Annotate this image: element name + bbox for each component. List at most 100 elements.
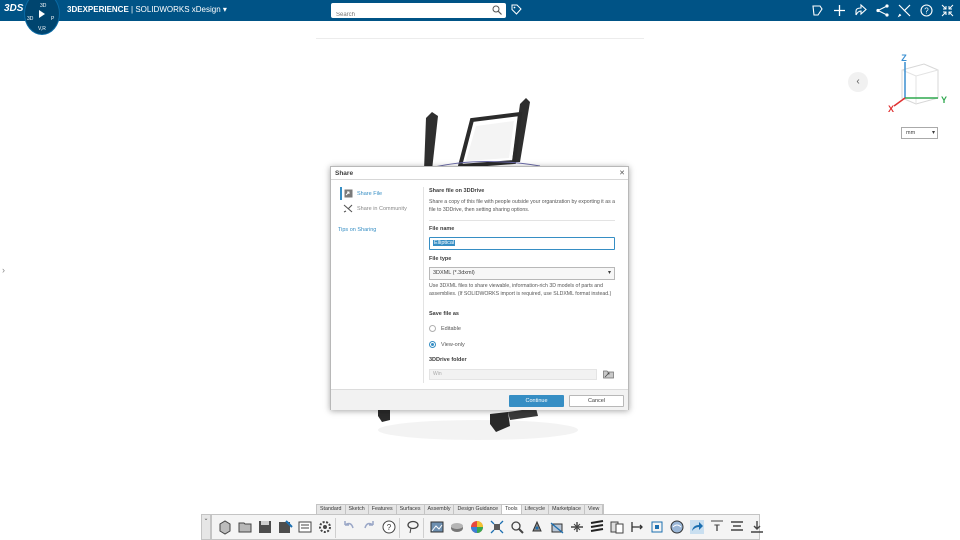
chevron-down-icon[interactable]: ▾ xyxy=(223,5,227,14)
3d-text-icon[interactable]: T xyxy=(709,519,725,535)
tools-icon[interactable] xyxy=(897,3,912,18)
zebra-icon[interactable] xyxy=(589,519,605,535)
dialog-title: Share xyxy=(331,167,628,180)
play-icon[interactable] xyxy=(38,10,46,18)
viewonly-radio[interactable] xyxy=(429,341,436,348)
tab-marketplace[interactable]: Marketplace xyxy=(549,505,585,514)
compass-right-label: P xyxy=(51,16,55,22)
render-icon[interactable] xyxy=(669,519,685,535)
share-dialog: Share ✕ Share File Share in Community Ti… xyxy=(330,166,629,410)
toolbar-tabs: Standard Sketch Features Surfaces Assembly De… xyxy=(316,504,605,514)
tab-sketch[interactable]: Sketch xyxy=(346,505,369,514)
share-icon[interactable] xyxy=(689,519,705,535)
tag-icon[interactable] xyxy=(511,4,522,15)
nav-share-file[interactable]: Share File xyxy=(339,187,419,201)
tab-lifecycle[interactable]: Lifecycle xyxy=(522,505,550,514)
export-icon[interactable] xyxy=(749,519,765,535)
file-type-value: 3DXML (*.3dxml) xyxy=(433,270,475,276)
tab-view[interactable]: View xyxy=(585,505,604,514)
file-type-select[interactable]: 3DXML (*.3dxml) ▾ xyxy=(429,267,615,280)
view-triad[interactable]: Z Y X xyxy=(880,50,952,120)
open-icon[interactable] xyxy=(237,519,253,535)
folder-label: 3DDrive folder xyxy=(429,357,467,363)
tab-features[interactable]: Features xyxy=(369,505,397,514)
compass-top-label: 3D xyxy=(40,3,47,9)
community-icon xyxy=(343,204,353,213)
editable-label: Editable xyxy=(441,326,461,332)
search-icon[interactable] xyxy=(492,5,502,15)
appearance-icon[interactable] xyxy=(449,519,465,535)
align-icon[interactable] xyxy=(729,519,745,535)
image-icon[interactable] xyxy=(429,519,445,535)
y-axis-label: Y xyxy=(941,95,947,105)
chevron-down-icon[interactable]: ⌄ xyxy=(201,514,211,540)
check-icon[interactable] xyxy=(629,519,645,535)
z-axis-label: Z xyxy=(901,53,907,63)
tips-link[interactable]: Tips on Sharing xyxy=(338,227,376,233)
unit-value: mm xyxy=(906,130,916,136)
close-icon[interactable]: ✕ xyxy=(619,169,625,177)
help-icon[interactable]: ? xyxy=(381,519,397,535)
tab-surfaces[interactable]: Surfaces xyxy=(397,505,425,514)
svg-text:?: ? xyxy=(924,7,929,16)
svg-text:T: T xyxy=(714,523,720,533)
compare-icon[interactable] xyxy=(609,519,625,535)
chevron-down-icon: ▾ xyxy=(607,270,611,276)
option-editable[interactable]: Editable xyxy=(429,324,509,334)
tab-tools[interactable]: Tools xyxy=(502,505,522,514)
measure-icon[interactable] xyxy=(509,519,525,535)
save-as-label: Save file as xyxy=(429,311,459,317)
share-file-icon xyxy=(344,189,353,198)
nav-share-file-label: Share File xyxy=(357,191,383,197)
file-name-label: File name xyxy=(429,226,455,232)
ds-logo: 3DS xyxy=(4,3,24,14)
continue-button[interactable]: Continue xyxy=(509,395,564,407)
properties-icon[interactable] xyxy=(297,519,313,535)
lasso-icon[interactable] xyxy=(405,519,421,535)
help-icon[interactable]: ? xyxy=(919,3,934,18)
file-name-value: Elliptical xyxy=(433,240,456,246)
nav-share-community[interactable]: Share in Community xyxy=(339,203,423,215)
expand-panel-icon[interactable]: › xyxy=(2,265,5,275)
folder-value: Win xyxy=(433,371,442,377)
x-axis xyxy=(893,97,906,107)
new-part-icon[interactable] xyxy=(217,519,233,535)
toolbar-separator xyxy=(423,518,424,538)
section-icon[interactable] xyxy=(549,519,565,535)
mass-properties-icon[interactable] xyxy=(529,519,545,535)
app-brand[interactable]: 3DEXPERIENCE | SOLIDWORKS xDesign ▾ xyxy=(67,5,227,14)
reference-icon[interactable] xyxy=(649,519,665,535)
explode-icon[interactable] xyxy=(489,519,505,535)
toolbar-separator xyxy=(335,518,336,538)
dialog-heading: Share file on 3DDrive xyxy=(429,188,485,194)
editable-radio[interactable] xyxy=(429,325,436,332)
search-input[interactable] xyxy=(331,7,481,23)
redo-icon[interactable] xyxy=(361,519,377,535)
save-icon[interactable] xyxy=(257,519,273,535)
option-viewonly[interactable]: View-only xyxy=(429,340,509,350)
search-box[interactable] xyxy=(331,3,506,23)
tab-assembly[interactable]: Assembly xyxy=(425,505,455,514)
save-as-icon[interactable] xyxy=(277,519,293,535)
compass-widget[interactable]: 3D 3D P V,R xyxy=(24,0,60,35)
cancel-button[interactable]: Cancel xyxy=(569,395,624,407)
add-note-icon[interactable] xyxy=(810,3,825,18)
tab-design-guidance[interactable]: Design Guidance xyxy=(454,505,503,514)
x-axis-label: X xyxy=(888,104,894,114)
nav-divider xyxy=(423,187,424,383)
color-wheel-icon[interactable] xyxy=(469,519,485,535)
network-share-icon[interactable] xyxy=(875,3,890,18)
share-arrow-icon[interactable] xyxy=(853,3,868,18)
interference-icon[interactable] xyxy=(569,519,585,535)
file-name-input[interactable]: Elliptical xyxy=(429,237,615,250)
unit-select[interactable]: mm ▾ xyxy=(901,127,938,139)
folder-browse-icon[interactable] xyxy=(603,369,614,379)
collapse-icon[interactable] xyxy=(940,3,955,18)
chevron-down-icon: ▾ xyxy=(931,130,935,136)
back-nav-button[interactable]: ‹ xyxy=(848,72,868,92)
undo-icon[interactable] xyxy=(341,519,357,535)
settings-icon[interactable] xyxy=(317,519,333,535)
tab-standard[interactable]: Standard xyxy=(317,505,346,514)
plus-icon[interactable] xyxy=(832,3,847,18)
brand-name: 3DEXPERIENCE xyxy=(67,5,129,14)
